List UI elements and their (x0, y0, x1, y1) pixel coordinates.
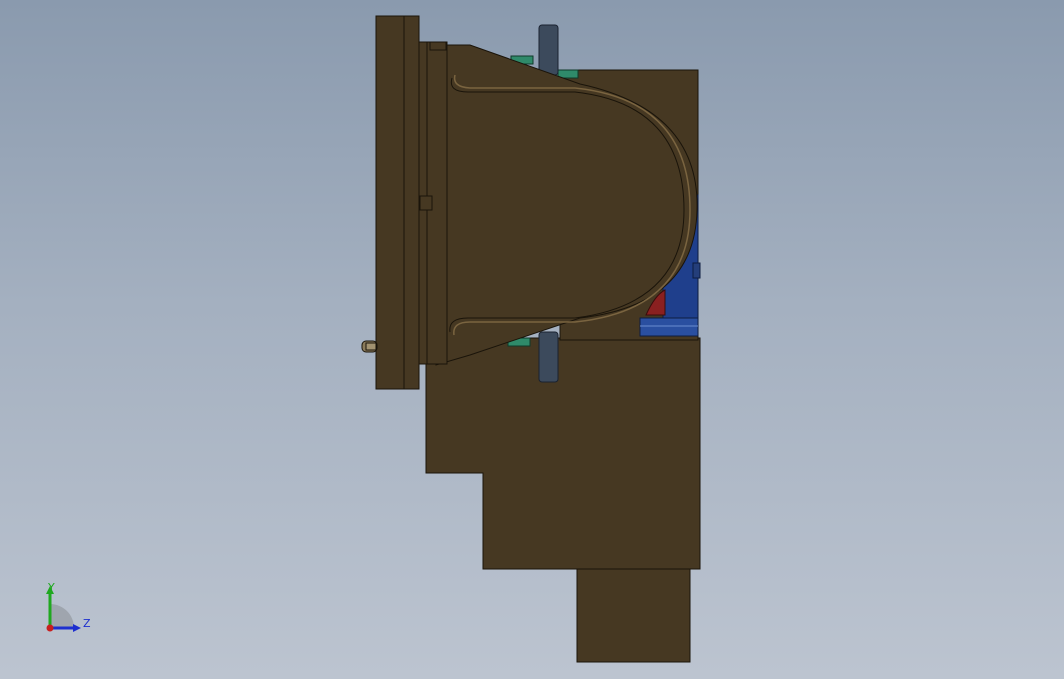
z-axis-label: Z (83, 617, 91, 630)
coordinate-triad: Y Z (40, 580, 100, 635)
bottom-foot-block (576, 567, 691, 663)
graphics-viewport[interactable]: Y Z (0, 0, 1064, 679)
middle-stepped-block (425, 337, 701, 570)
left-mounting-plate (375, 15, 448, 390)
left-pin (361, 340, 378, 353)
cad-model-side-view[interactable] (0, 0, 1064, 679)
x-axis-dot (46, 624, 54, 632)
y-axis-label: Y (48, 581, 55, 594)
